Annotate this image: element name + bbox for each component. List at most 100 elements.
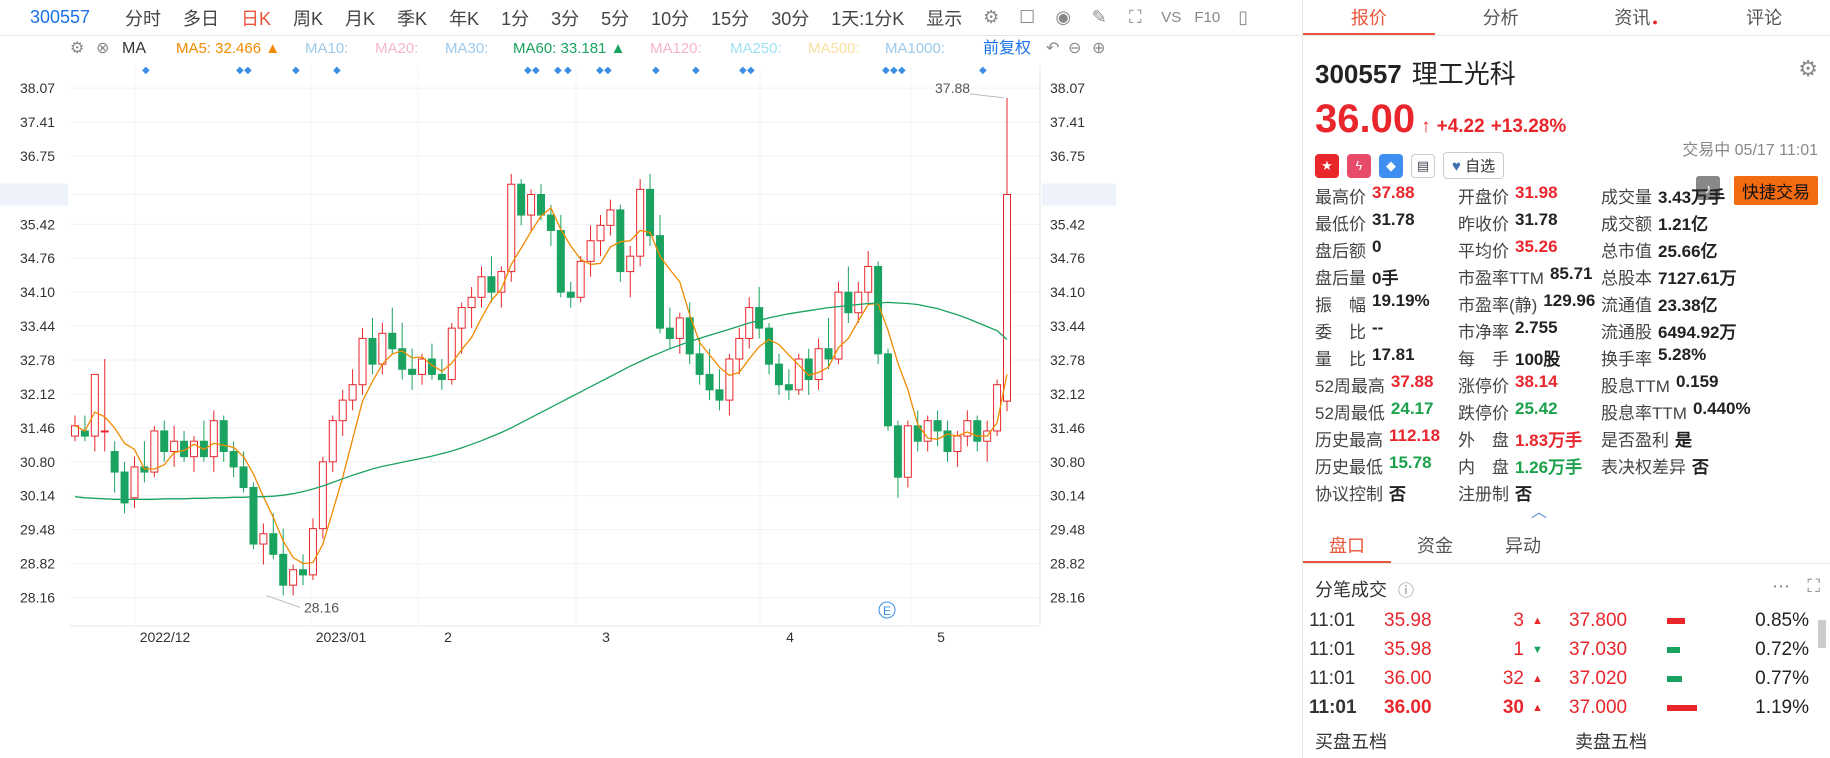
square-icon[interactable]: ☐ bbox=[1016, 7, 1038, 29]
candle-body bbox=[219, 420, 228, 453]
period-tab[interactable]: 5分 bbox=[590, 5, 640, 31]
intraday-k-select[interactable]: 1天:1分K bbox=[820, 5, 915, 31]
event-marker-icon[interactable]: ◆ bbox=[333, 65, 341, 76]
candle-body bbox=[110, 451, 119, 473]
market-subtab[interactable]: 异动 bbox=[1479, 528, 1567, 563]
expand-icon[interactable]: ⛶ bbox=[1807, 576, 1820, 597]
period-tab[interactable]: 3分 bbox=[540, 5, 590, 31]
more-icon[interactable]: ⋯ bbox=[1772, 576, 1790, 597]
event-marker-icon[interactable]: ◆ bbox=[292, 65, 300, 76]
event-marker-icon[interactable]: ◆ bbox=[652, 65, 660, 76]
ma-indicator: MA5: 32.466 ▲ bbox=[176, 40, 280, 57]
trade-time: 交易中 05/17 11:01 bbox=[1682, 142, 1818, 159]
camera-icon[interactable]: ◉ bbox=[1052, 7, 1074, 29]
stat-value: 否 bbox=[1515, 485, 1532, 504]
event-marker-icon[interactable]: ◆ bbox=[524, 65, 532, 76]
display-select[interactable]: 显示 bbox=[915, 5, 973, 31]
event-marker-icon[interactable]: ◆ bbox=[890, 65, 898, 76]
scrollbar[interactable] bbox=[1818, 620, 1826, 648]
stat-value: 19.19% bbox=[1372, 291, 1430, 310]
event-marker-icon[interactable]: ◆ bbox=[747, 65, 755, 76]
undo-icon[interactable]: ↶ bbox=[1046, 40, 1059, 57]
period-tab[interactable]: 1分 bbox=[490, 5, 540, 31]
adjust-mode-button[interactable]: 前复权 bbox=[983, 39, 1031, 57]
quote-tab[interactable]: 报价 bbox=[1303, 0, 1435, 35]
zoom-out-icon[interactable]: ⊖ bbox=[1068, 40, 1081, 57]
event-marker-icon[interactable]: ◆ bbox=[142, 65, 150, 76]
y-tick-right: 36.75 bbox=[1050, 148, 1085, 164]
period-tab[interactable]: 季K bbox=[386, 5, 438, 31]
stat-value: 23.38亿 bbox=[1658, 296, 1718, 315]
period-tab[interactable]: 月K bbox=[334, 5, 386, 31]
period-tab[interactable]: 年K bbox=[438, 5, 490, 31]
info-icon[interactable]: ⓘ bbox=[1398, 583, 1414, 600]
f10-icon[interactable]: F10 bbox=[1194, 7, 1220, 29]
stat-value: 100股 bbox=[1515, 350, 1561, 369]
stat-value: 24.17 bbox=[1390, 399, 1434, 418]
stat-cell: 成交量 3.43万手 bbox=[1601, 183, 1751, 210]
high-annotation: 37.88 bbox=[935, 80, 970, 96]
ma-indicator: MA60: 33.181 ▲ bbox=[513, 40, 625, 57]
event-marker-icon[interactable]: ◆ bbox=[898, 65, 906, 76]
settings-icon[interactable]: ⚙ bbox=[70, 40, 84, 57]
stat-value: 38.14 bbox=[1515, 372, 1558, 391]
settings-icon[interactable]: ⚙ bbox=[1798, 56, 1818, 82]
stat-cell: 协议控制否 bbox=[1315, 480, 1458, 507]
settings-icon[interactable]: ⚙ bbox=[980, 7, 1002, 29]
ma-select[interactable]: MA bbox=[122, 40, 146, 57]
candle-body bbox=[229, 451, 238, 468]
candle-body bbox=[507, 183, 516, 273]
market-subtab[interactable]: 盘口 bbox=[1303, 528, 1391, 563]
event-marker-icon[interactable]: ◆ bbox=[236, 65, 244, 76]
candle-body bbox=[546, 214, 555, 231]
vs-icon[interactable]: VS bbox=[1160, 7, 1182, 29]
stat-cell: 股息率TTM 0.440% bbox=[1601, 399, 1751, 426]
add-watchlist-button[interactable]: ♥ 自选 bbox=[1443, 152, 1505, 179]
quote-tab[interactable]: 评论 bbox=[1698, 0, 1830, 35]
sidebar-toggle-icon[interactable]: ▯ bbox=[1232, 7, 1254, 29]
candle-body bbox=[646, 188, 655, 237]
period-tab[interactable]: 周K bbox=[282, 5, 334, 31]
event-marker-icon[interactable]: ◆ bbox=[979, 65, 987, 76]
stock-code-tab[interactable]: 300557 bbox=[0, 7, 114, 28]
candle-body bbox=[358, 337, 367, 386]
period-tab[interactable]: 日K bbox=[230, 5, 282, 31]
order-book: 37.800 0.85% 37.030 0.72% 37.020 0.77% 37.000 1… bbox=[1569, 606, 1809, 722]
stats-row: 52周最高 37.88 涨停价 38.14 股息TTM 0.159 bbox=[1315, 372, 1825, 399]
collapse-chevron-icon[interactable]: ︿ bbox=[1531, 498, 1547, 522]
tick-row: 11:01 35.98 1 ▼ bbox=[1309, 635, 1559, 664]
event-marker-icon[interactable]: ◆ bbox=[596, 65, 604, 76]
event-marker-icon[interactable]: ◆ bbox=[532, 65, 540, 76]
stat-label: 市净率 bbox=[1458, 323, 1509, 342]
quote-tab[interactable]: 分析 bbox=[1435, 0, 1567, 35]
event-marker-icon[interactable]: ◆ bbox=[604, 65, 612, 76]
quote-tab[interactable]: 资讯 ● bbox=[1567, 0, 1699, 35]
current-price-band-left bbox=[0, 183, 68, 206]
event-marker-icon[interactable]: ◆ bbox=[244, 65, 252, 76]
period-tab[interactable]: 30分 bbox=[760, 5, 820, 31]
event-marker-icon[interactable]: ◆ bbox=[739, 65, 747, 76]
candle-body bbox=[447, 327, 456, 381]
zoom-in-icon[interactable]: ⊕ bbox=[1092, 40, 1105, 57]
event-marker-icon[interactable]: ◆ bbox=[882, 65, 890, 76]
period-tab[interactable]: 分时 bbox=[114, 5, 172, 31]
ma5-line bbox=[74, 206, 1008, 565]
event-marker-icon[interactable]: ◆ bbox=[554, 65, 562, 76]
stats-row: 盘后量 0手 市盈率TTM 85.71 总股本 7127.61万 bbox=[1315, 264, 1825, 291]
period-tab[interactable]: 15分 bbox=[700, 5, 760, 31]
market-subtab[interactable]: 资金 bbox=[1391, 528, 1479, 563]
close-icon[interactable]: ⊗ bbox=[96, 40, 109, 57]
event-marker-icon[interactable]: ◆ bbox=[692, 65, 700, 76]
tick-down-icon: ▼ bbox=[1532, 643, 1543, 656]
candle-body bbox=[953, 435, 962, 453]
period-tab[interactable]: 多日 bbox=[172, 5, 230, 31]
candle-body bbox=[209, 420, 218, 458]
pen-icon[interactable]: ✎ bbox=[1088, 7, 1110, 29]
candle-body bbox=[774, 363, 783, 386]
stat-cell: 量 比 17.81 bbox=[1315, 345, 1458, 372]
period-tab[interactable]: 10分 bbox=[640, 5, 700, 31]
fullscreen-icon[interactable]: ⛶ bbox=[1124, 7, 1146, 29]
orderbook-row: 37.000 1.19% bbox=[1569, 693, 1809, 722]
stat-label: 注册制 bbox=[1458, 485, 1509, 504]
event-marker-icon[interactable]: ◆ bbox=[564, 65, 572, 76]
